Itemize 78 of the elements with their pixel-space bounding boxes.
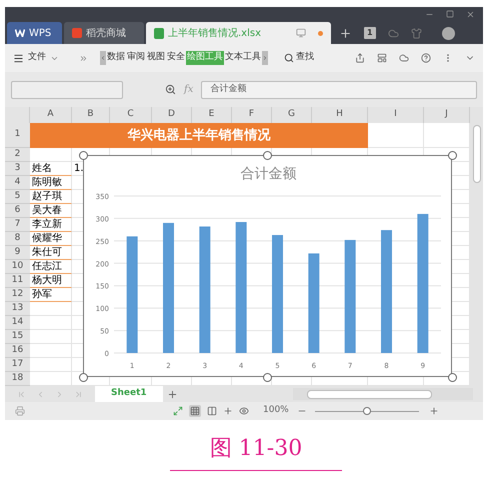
- zoom-in-icon[interactable]: [428, 406, 439, 416]
- table-cell: 朱仕可: [30, 246, 72, 260]
- eye-icon[interactable]: [239, 406, 249, 416]
- share-icon[interactable]: [355, 53, 365, 63]
- table-cell: 吴大春: [30, 204, 72, 218]
- avatar[interactable]: [442, 26, 455, 40]
- row-header[interactable]: 10: [5, 260, 30, 274]
- ribbon-tab[interactable]: 视图: [146, 51, 166, 65]
- formula-field[interactable]: 合计金额: [201, 80, 477, 98]
- scroll-right-button[interactable]: [262, 51, 268, 65]
- row-header[interactable]: 12: [5, 288, 30, 302]
- table-cell: 赵子琪: [30, 190, 72, 204]
- zoom-level-dropdown[interactable]: 100%: [263, 404, 289, 418]
- ribbon-tab[interactable]: 文本工具: [224, 51, 262, 65]
- vertical-scrollbar[interactable]: [470, 107, 483, 386]
- table-cell: 孙军: [30, 288, 72, 302]
- table-cell: 姓名: [30, 162, 72, 176]
- cloud-icon[interactable]: [388, 28, 399, 38]
- row-header[interactable]: 5: [5, 190, 30, 204]
- flame-icon: [72, 28, 82, 38]
- page-break-icon[interactable]: [207, 406, 217, 416]
- table-cell: 任志江: [30, 260, 72, 274]
- table-cell: 李立新: [30, 218, 72, 232]
- new-tab-icon[interactable]: [339, 26, 352, 40]
- table-cell: 杨大明: [30, 274, 72, 288]
- zoom-slider[interactable]: [314, 407, 419, 415]
- row-header[interactable]: 18: [5, 372, 30, 386]
- column-header[interactable]: I: [368, 107, 424, 123]
- table-cell: 候耀华: [30, 232, 72, 246]
- file-menu[interactable]: 文件: [28, 51, 46, 65]
- sheet-tab[interactable]: Sheet1: [95, 386, 163, 402]
- crosshair-icon[interactable]: [223, 406, 233, 416]
- document-tab[interactable]: WPS: [7, 22, 62, 44]
- template-icon[interactable]: [377, 53, 387, 63]
- chart-title: 合计金额: [240, 166, 296, 182]
- row-header[interactable]: 14: [5, 316, 30, 330]
- zoom-icon[interactable]: [165, 84, 176, 95]
- row-header[interactable]: 9: [5, 246, 30, 260]
- slider-thumb[interactable]: [362, 407, 371, 415]
- maximize-icon[interactable]: [446, 10, 454, 18]
- close-icon[interactable]: [466, 10, 475, 19]
- row-header[interactable]: 7: [5, 218, 30, 232]
- row-header[interactable]: 13: [5, 302, 30, 316]
- figure-caption: 图 11-30: [210, 436, 302, 462]
- menu-icon[interactable]: [13, 52, 24, 64]
- wps-logo-icon: [15, 29, 25, 37]
- monitor-icon: [296, 28, 306, 38]
- row-header[interactable]: 3: [5, 162, 30, 176]
- fullscreen-icon[interactable]: [173, 406, 183, 416]
- normal-view-button[interactable]: [189, 405, 201, 417]
- chevron-right-icon: [262, 55, 268, 61]
- ribbon-tab[interactable]: 安全: [166, 51, 186, 65]
- find-button[interactable]: 查找: [296, 51, 314, 65]
- shirt-icon[interactable]: [410, 28, 422, 38]
- row-header[interactable]: 1: [5, 123, 30, 148]
- horizontal-scrollbar[interactable]: [293, 388, 473, 400]
- row-header[interactable]: 17: [5, 358, 30, 372]
- row-header[interactable]: 4: [5, 176, 30, 190]
- row-header[interactable]: 15: [5, 330, 30, 344]
- row-header[interactable]: 8: [5, 232, 30, 246]
- help-icon[interactable]: [421, 53, 431, 63]
- row-header[interactable]: 11: [5, 274, 30, 288]
- search-icon[interactable]: [284, 53, 294, 63]
- ribbon-tab[interactable]: 审阅: [126, 51, 146, 65]
- title-banner: 华兴电器上半年销售情况: [30, 123, 368, 148]
- row-header[interactable]: 16: [5, 344, 30, 358]
- table-cell: 陈明敏: [30, 176, 72, 190]
- add-sheet-icon[interactable]: [166, 388, 178, 400]
- row-header[interactable]: 2: [5, 148, 30, 162]
- row-header[interactable]: 6: [5, 204, 30, 218]
- more-icon[interactable]: [79, 54, 88, 62]
- spreadsheet-icon: [154, 28, 164, 38]
- window-count-badge[interactable]: 1: [364, 27, 376, 39]
- cloud-icon[interactable]: [399, 53, 409, 63]
- scroll-left-button[interactable]: [100, 51, 106, 65]
- document-tab[interactable]: 稻壳商城: [64, 22, 144, 44]
- chevron-left-icon: [100, 55, 106, 61]
- ribbon-tab[interactable]: 数据: [106, 51, 126, 65]
